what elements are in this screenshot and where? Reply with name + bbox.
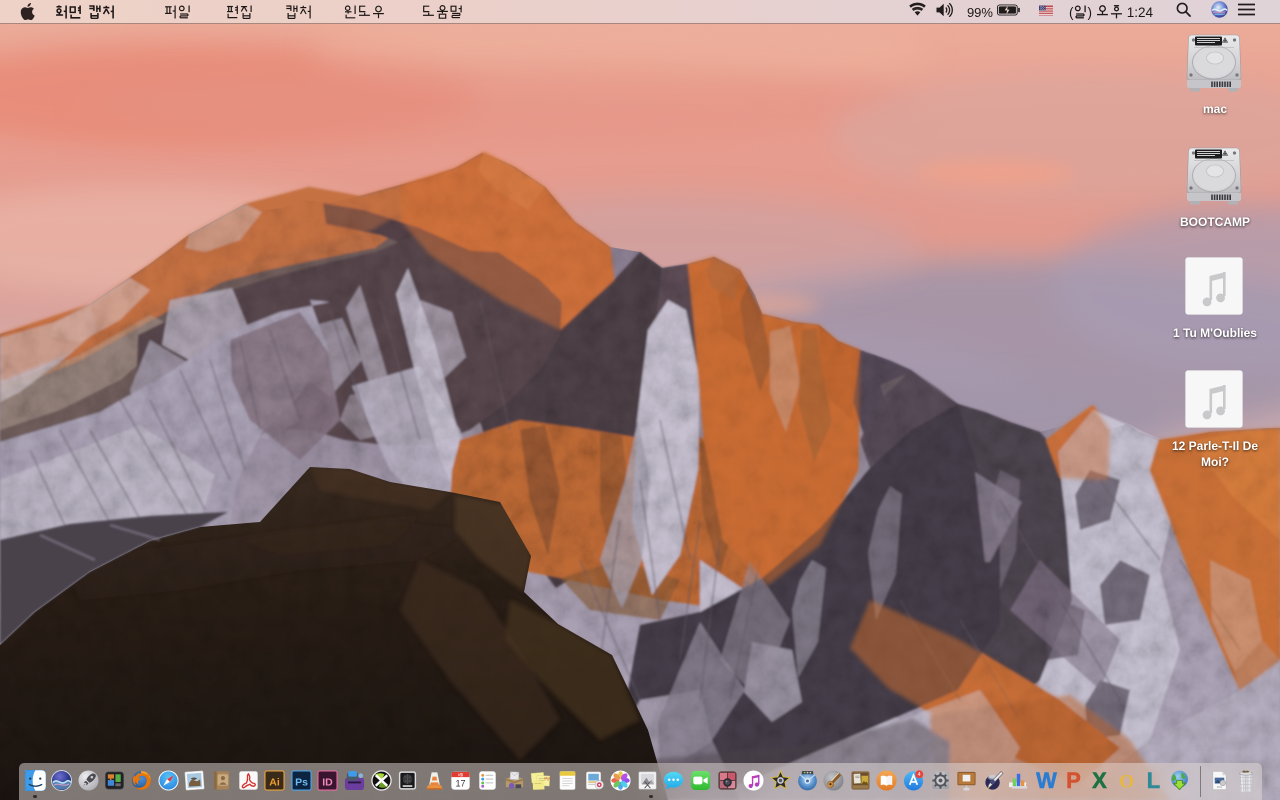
svg-text:O: O (1119, 772, 1134, 791)
svg-text:ID: ID (323, 776, 334, 788)
svg-text:6월: 6월 (458, 772, 463, 777)
svg-text:Ps: Ps (295, 776, 308, 788)
svg-text:Mgm: Mgm (545, 777, 552, 781)
svg-text:W: W (1036, 770, 1057, 791)
svg-text:17: 17 (456, 779, 466, 789)
svg-text:JPG: JPG (1216, 785, 1222, 789)
svg-text:L: L (1146, 770, 1159, 791)
svg-text:X: X (1092, 770, 1107, 791)
svg-text:Ai: Ai (269, 776, 280, 788)
svg-text:P: P (1066, 770, 1081, 791)
svg-text:4: 4 (918, 772, 921, 778)
